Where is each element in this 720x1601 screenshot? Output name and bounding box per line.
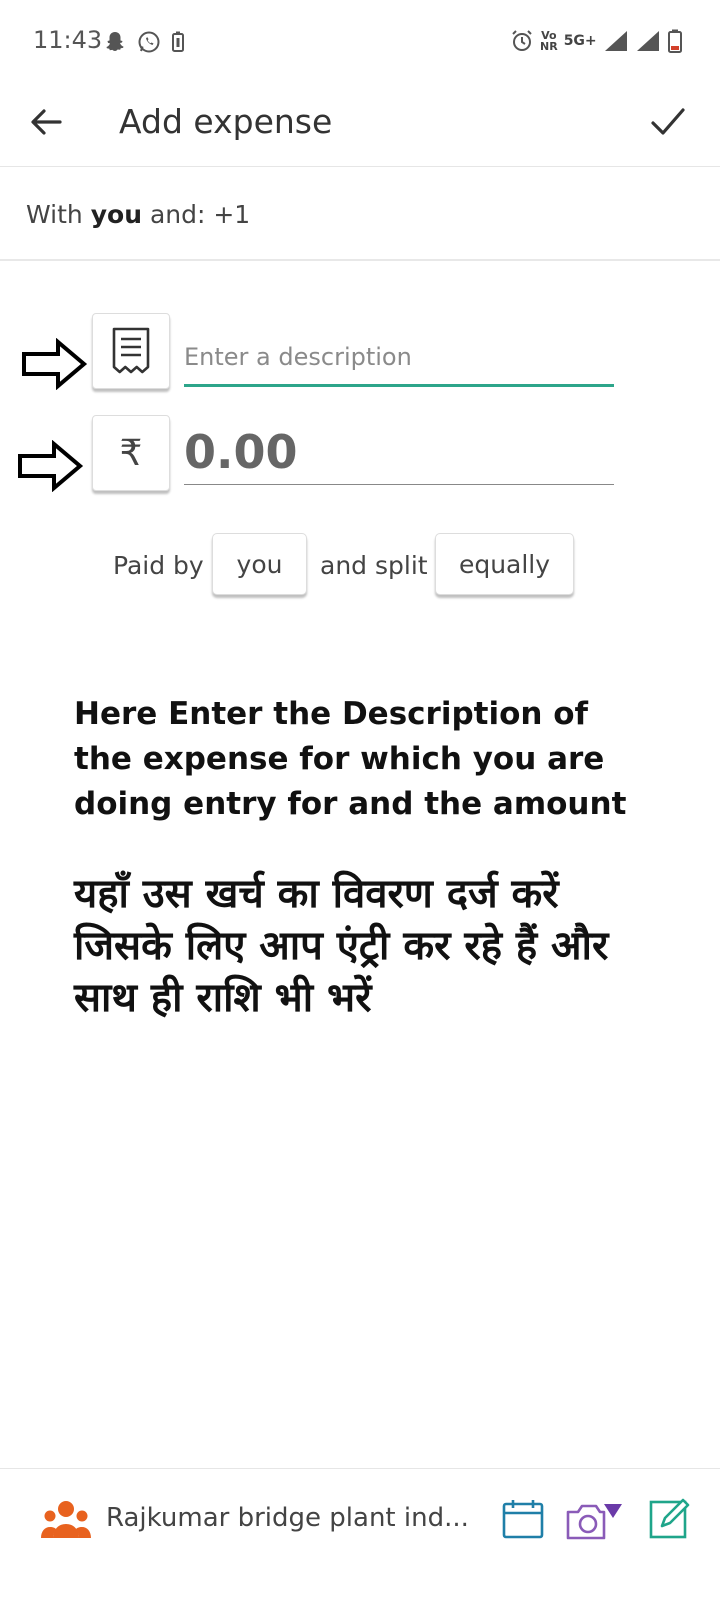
participants-divider — [0, 259, 720, 261]
and-split-label: and split — [320, 551, 428, 580]
status-left-icons — [103, 28, 185, 56]
alarm-icon — [512, 30, 532, 51]
page-title: Add expense — [119, 102, 333, 141]
amount-input[interactable] — [184, 420, 614, 485]
battery-icon — [667, 29, 682, 53]
signal-icon — [604, 31, 627, 51]
instruction-text-hindi: यहाँ उस खर्च का विवरण दर्ज करें जिसके लि… — [74, 871, 609, 1021]
status-right-icons: Vo NR 5G+ — [510, 26, 683, 56]
annotation-arrow-icon — [22, 338, 88, 390]
currency-button[interactable]: ₹ — [92, 415, 170, 491]
calendar-icon[interactable] — [502, 1499, 544, 1539]
check-icon[interactable] — [650, 106, 686, 138]
with-participants[interactable]: With you and: +1 — [26, 200, 250, 229]
paid-by-label: Paid by — [113, 551, 204, 580]
instruction-text-english: Here Enter the Description of the expens… — [74, 696, 627, 822]
annotation-arrow-icon — [18, 440, 84, 492]
network-type: 5G+ — [563, 33, 597, 49]
whatsapp-icon — [138, 31, 160, 53]
group-icon[interactable] — [40, 1500, 92, 1540]
group-name[interactable]: Rajkumar bridge plant ind... — [106, 1503, 469, 1533]
snapchat-icon — [106, 32, 124, 51]
split-mode-button[interactable]: equally — [435, 533, 574, 595]
network-label: Vo NR — [540, 29, 558, 53]
signal-icon-2 — [636, 31, 659, 51]
header-divider — [0, 166, 720, 167]
rupee-icon: ₹ — [119, 432, 143, 474]
edit-note-icon[interactable] — [648, 1496, 690, 1540]
payer-button[interactable]: you — [212, 533, 307, 595]
status-time: 11:43 — [33, 26, 103, 54]
receipt-category-button[interactable] — [92, 313, 170, 389]
camera-icon[interactable] — [566, 1500, 624, 1540]
battery-saver-icon — [172, 31, 184, 52]
description-input[interactable] — [184, 330, 614, 387]
receipt-icon — [112, 327, 150, 374]
arrow-left-icon[interactable] — [28, 104, 64, 140]
